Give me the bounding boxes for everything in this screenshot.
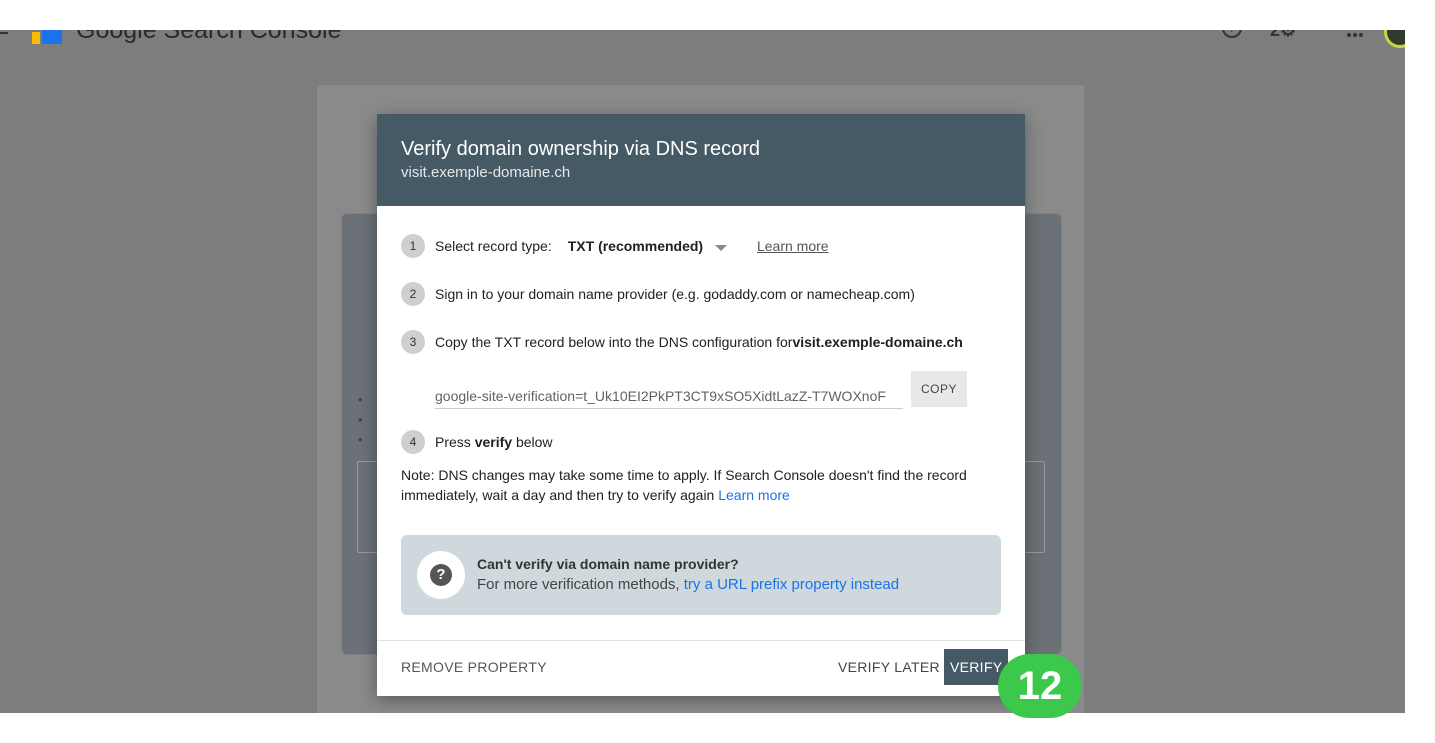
record-type-select[interactable]: TXT (recommended): [568, 238, 727, 254]
url-prefix-link[interactable]: try a URL prefix property instead: [684, 576, 899, 593]
dialog-header: Verify domain ownership via DNS record v…: [377, 114, 1025, 206]
step-number: 3: [401, 330, 425, 354]
dialog-title: Verify domain ownership via DNS record: [401, 138, 761, 160]
step-domain: visit.exemple-domaine.ch: [792, 334, 963, 350]
note-learn-more-link[interactable]: Learn more: [718, 487, 790, 503]
step-number: 4: [401, 430, 425, 454]
dialog-subtitle: visit.exemple-domaine.ch: [401, 164, 571, 181]
copy-button[interactable]: COPY: [911, 371, 967, 407]
step-4: 4 Press verify below: [401, 430, 553, 454]
background-bullets: • • •: [358, 392, 363, 447]
alternative-verification-box: ? Can't verify via domain name provider?…: [401, 535, 1001, 615]
search-console-logo-icon: [32, 30, 62, 44]
step-text: Sign in to your domain name provider (e.…: [435, 286, 915, 302]
note-text: Note: DNS changes may take some time to …: [401, 467, 967, 503]
step-1: 1 Select record type: TXT (recommended) …: [401, 234, 829, 258]
step-text: Copy the TXT record below into the DNS c…: [435, 334, 793, 350]
step-number: 2: [401, 282, 425, 306]
alt-text: For more verification methods, try a URL…: [477, 576, 899, 593]
step-text-suffix: below: [515, 434, 553, 450]
menu-icon[interactable]: [0, 30, 10, 36]
avatar[interactable]: [1384, 30, 1405, 48]
dns-note: Note: DNS changes may take some time to …: [401, 465, 1001, 505]
help-icon[interactable]: ?: [1222, 30, 1242, 38]
step-3: 3 Copy the TXT record below into the DNS…: [401, 330, 963, 354]
alt-title: Can't verify via domain name provider?: [477, 556, 739, 572]
top-bar: Google Search Console ? 2⚙: [0, 30, 1405, 70]
record-type-value: TXT (recommended): [567, 238, 704, 254]
step-emph: verify: [474, 434, 513, 450]
step-badge: 12: [998, 654, 1082, 718]
record-type-label: Select record type:: [435, 238, 552, 254]
step-text-prefix: Press: [435, 434, 471, 450]
question-icon: ?: [430, 564, 452, 586]
remove-property-button[interactable]: REMOVE PROPERTY: [401, 659, 547, 675]
verify-dns-dialog: Verify domain ownership via DNS record v…: [377, 114, 1025, 696]
help-circle: ?: [417, 551, 465, 599]
dropdown-caret-icon: [714, 245, 727, 251]
step-2: 2 Sign in to your domain name provider (…: [401, 282, 915, 306]
apps-grid-icon[interactable]: [1347, 30, 1367, 37]
learn-more-link[interactable]: Learn more: [757, 238, 829, 254]
txt-record-field[interactable]: [435, 384, 903, 409]
manage-users-icon[interactable]: 2⚙: [1270, 30, 1296, 41]
alt-text-body: For more verification methods,: [477, 576, 684, 593]
verify-later-button[interactable]: VERIFY LATER: [838, 659, 940, 675]
dialog-footer: REMOVE PROPERTY VERIFY LATER VERIFY: [377, 640, 1025, 697]
step-number: 1: [401, 234, 425, 258]
app-title: Google Search Console: [76, 30, 342, 44]
